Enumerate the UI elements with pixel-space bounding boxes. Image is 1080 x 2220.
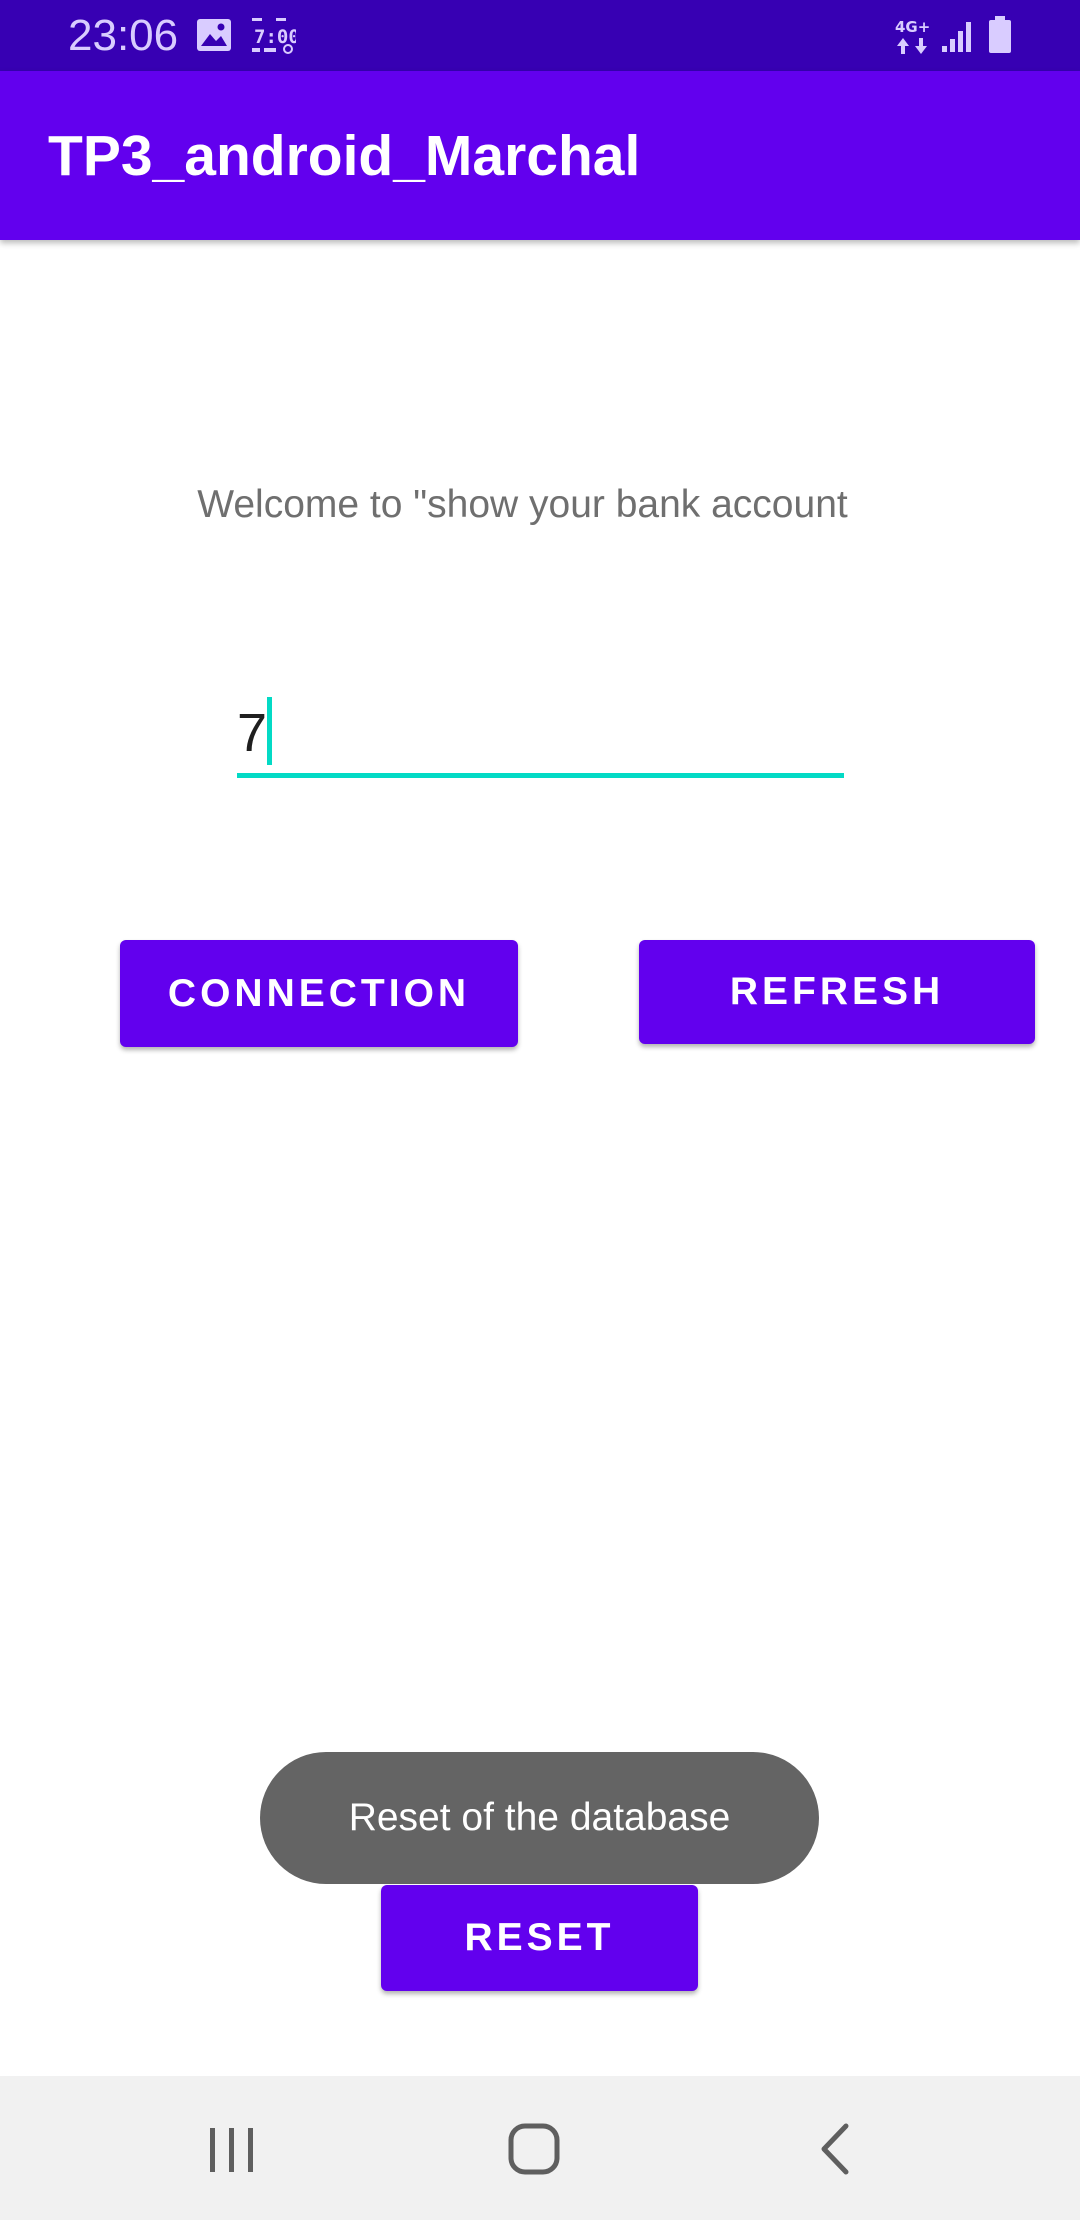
app-title: TP3_android_Marchal bbox=[48, 124, 641, 188]
navigation-bar bbox=[0, 2076, 1080, 2220]
recents-icon[interactable] bbox=[196, 2122, 268, 2178]
network-4g-icon: 4G+ bbox=[895, 18, 930, 54]
signal-icon bbox=[942, 22, 971, 52]
connection-button[interactable]: CONNECTION bbox=[120, 940, 518, 1047]
text-cursor bbox=[267, 697, 272, 765]
welcome-text: Welcome to "show your bank account bbox=[197, 483, 848, 526]
home-icon[interactable] bbox=[500, 2118, 570, 2180]
refresh-button[interactable]: REFRESH bbox=[639, 940, 1035, 1044]
status-bar: 23:06 7:00 4G+ bbox=[0, 0, 1080, 71]
network-label: 4G+ bbox=[895, 18, 930, 36]
account-input-value: 7 bbox=[237, 703, 268, 763]
input-underline bbox=[237, 773, 844, 778]
reset-button[interactable]: RESET bbox=[381, 1885, 698, 1991]
account-input[interactable]: 7 bbox=[237, 680, 844, 778]
back-icon[interactable] bbox=[806, 2118, 866, 2180]
battery-icon bbox=[989, 16, 1011, 53]
gallery-icon bbox=[197, 19, 231, 51]
toast-message: Reset of the database bbox=[260, 1752, 819, 1884]
app-bar: TP3_android_Marchal bbox=[0, 71, 1080, 240]
clock-widget-icon: 7:00 bbox=[252, 18, 296, 54]
status-time: 23:06 bbox=[68, 11, 179, 60]
